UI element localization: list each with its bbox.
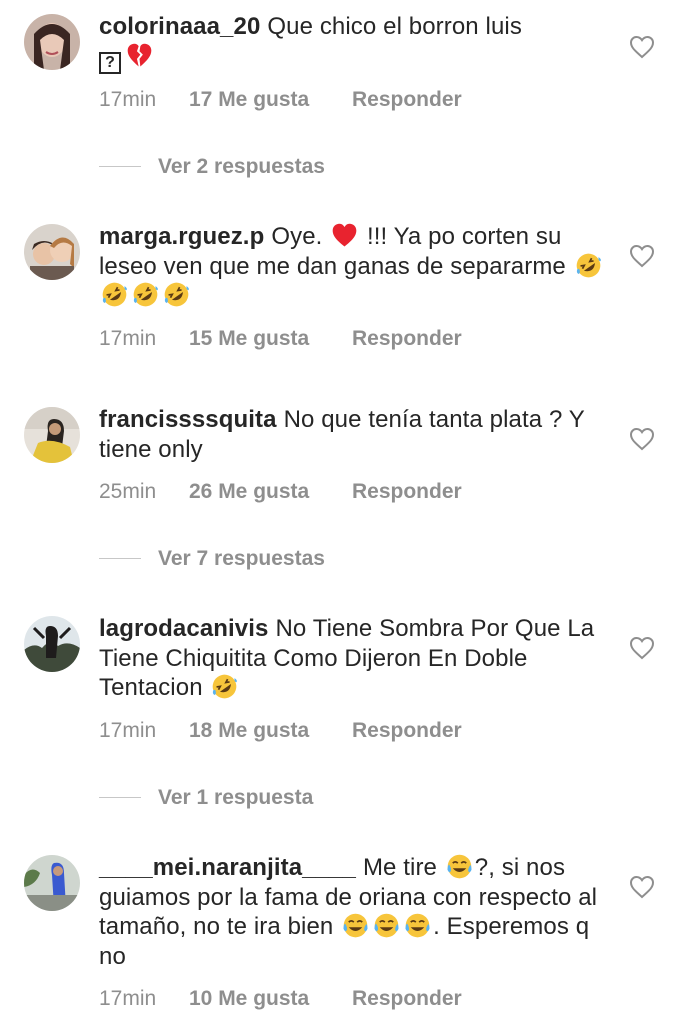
comment-body: Oye. bbox=[271, 223, 330, 250]
rofl-emoji bbox=[101, 281, 128, 308]
avatar[interactable] bbox=[24, 224, 80, 280]
heart-outline-icon[interactable] bbox=[629, 427, 655, 451]
avatar[interactable] bbox=[24, 407, 80, 463]
comment-text: colorinaaa_20 Que chico el borron luis ? bbox=[99, 12, 619, 74]
heart-outline-icon[interactable] bbox=[629, 636, 655, 660]
avatar[interactable] bbox=[24, 14, 80, 70]
reply-button[interactable]: Responder bbox=[352, 327, 462, 351]
username[interactable]: colorinaaa_20 bbox=[99, 13, 260, 40]
comment-meta: 25min 26 Me gusta Responder bbox=[99, 480, 462, 504]
view-replies-label[interactable]: Ver 2 respuestas bbox=[158, 155, 325, 178]
likes-count[interactable]: 17 Me gusta bbox=[189, 88, 352, 112]
comment-text: francissssquita No que tenía tanta plata … bbox=[99, 405, 619, 464]
red-heart-emoji bbox=[331, 222, 358, 249]
tears-of-joy-emoji bbox=[446, 853, 473, 880]
timestamp: 25min bbox=[99, 480, 157, 503]
comment-body: Que chico el borron luis bbox=[267, 13, 522, 40]
replies-divider bbox=[99, 796, 141, 798]
avatar[interactable] bbox=[24, 855, 80, 911]
unknown-glyph: ? bbox=[99, 51, 121, 74]
likes-count[interactable]: 15 Me gusta bbox=[189, 327, 352, 351]
username[interactable]: francissssquita bbox=[99, 406, 277, 433]
view-replies-label[interactable]: Ver 7 respuestas bbox=[158, 547, 325, 570]
comment-text: marga.rguez.p Oye. !!! Ya po corten su le… bbox=[99, 222, 619, 311]
reply-button[interactable]: Responder bbox=[352, 719, 462, 743]
view-replies-button[interactable]: Ver 2 respuestas bbox=[99, 155, 325, 179]
rofl-emoji bbox=[163, 281, 190, 308]
rofl-emoji bbox=[211, 673, 238, 700]
view-replies-button[interactable]: Ver 1 respuesta bbox=[99, 786, 313, 810]
reply-button[interactable]: Responder bbox=[352, 480, 462, 504]
avatar[interactable] bbox=[24, 616, 80, 672]
timestamp: 17min bbox=[99, 987, 157, 1010]
tears-of-joy-emoji bbox=[373, 912, 400, 939]
comment-meta: 17min 17 Me gusta Responder bbox=[99, 88, 462, 112]
username[interactable]: lagrodacanivis bbox=[99, 615, 268, 642]
username[interactable]: marga.rguez.p bbox=[99, 223, 264, 250]
reply-button[interactable]: Responder bbox=[352, 987, 462, 1011]
replies-divider bbox=[99, 557, 141, 559]
heart-outline-icon[interactable] bbox=[629, 35, 655, 59]
comment-text: ____mei.naranjita____ Me tire ?, si nos g… bbox=[99, 853, 619, 971]
timestamp: 17min bbox=[99, 88, 157, 111]
comment-meta: 17min 18 Me gusta Responder bbox=[99, 719, 462, 743]
tears-of-joy-emoji bbox=[404, 912, 431, 939]
rofl-emoji bbox=[575, 252, 602, 279]
timestamp: 17min bbox=[99, 719, 157, 742]
comment-meta: 17min 10 Me gusta Responder bbox=[99, 987, 462, 1011]
likes-count[interactable]: 18 Me gusta bbox=[189, 719, 352, 743]
likes-count[interactable]: 10 Me gusta bbox=[189, 987, 352, 1011]
replies-divider bbox=[99, 165, 141, 167]
heart-outline-icon[interactable] bbox=[629, 875, 655, 899]
heart-outline-icon[interactable] bbox=[629, 244, 655, 268]
view-replies-label[interactable]: Ver 1 respuesta bbox=[158, 786, 313, 809]
comment-meta: 17min 15 Me gusta Responder bbox=[99, 327, 462, 351]
timestamp: 17min bbox=[99, 327, 157, 350]
reply-button[interactable]: Responder bbox=[352, 88, 462, 112]
rofl-emoji bbox=[132, 281, 159, 308]
tears-of-joy-emoji bbox=[342, 912, 369, 939]
comment-body: Me tire bbox=[362, 854, 444, 881]
broken-heart-emoji bbox=[126, 42, 153, 69]
comment-text: lagrodacanivis No Tiene Sombra Por Que La… bbox=[99, 614, 619, 703]
likes-count[interactable]: 26 Me gusta bbox=[189, 480, 352, 504]
username[interactable]: ____mei.naranjita____ bbox=[99, 854, 356, 881]
view-replies-button[interactable]: Ver 7 respuestas bbox=[99, 547, 325, 571]
